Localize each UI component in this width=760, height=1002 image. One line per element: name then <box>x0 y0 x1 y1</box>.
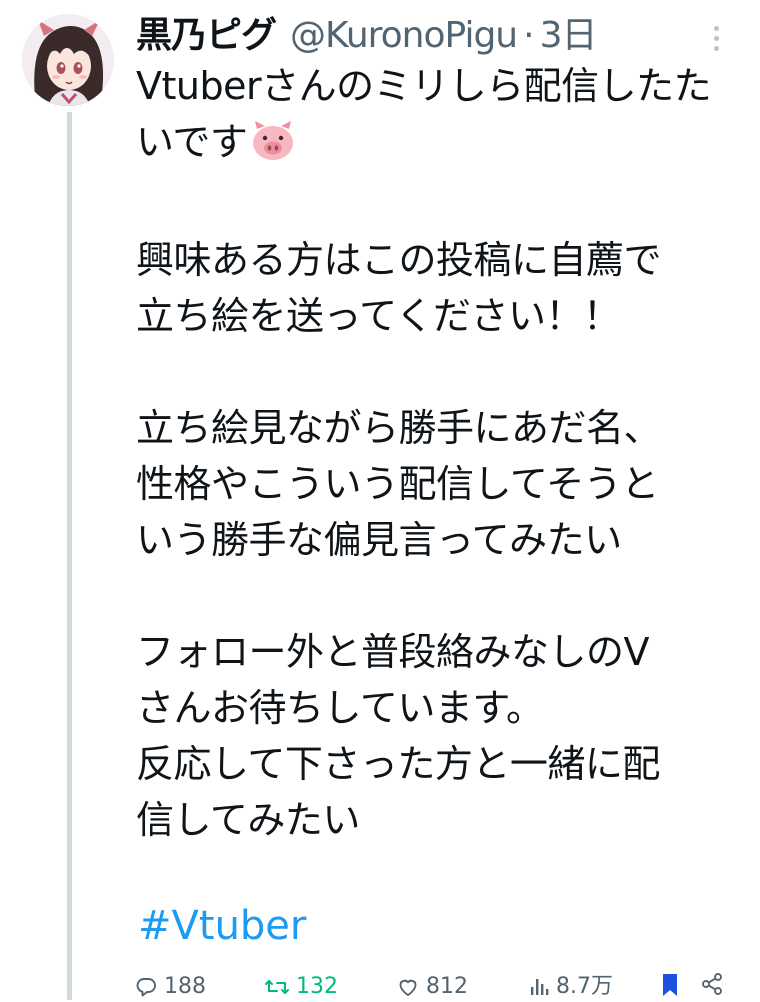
tweet-header: 黒乃ピグ @KuronoPigu · 3日 <box>136 12 598 60</box>
retweet-arrows-icon <box>264 975 290 999</box>
tweet-text: Vtuberさんのミリしら配信したた いです 興味ある方はこの投稿に自薦で 立ち… <box>136 58 746 848</box>
comment-bubble-icon <box>134 975 158 999</box>
tweet-line: いです <box>136 114 746 176</box>
reply-count: 188 <box>164 974 206 999</box>
retweet-button[interactable]: 132 <box>264 972 338 1002</box>
tweet-line: Vtuberさんのミリしら配信したた <box>136 64 712 108</box>
share-button[interactable] <box>700 972 724 996</box>
timestamp[interactable]: 3日 <box>540 12 598 60</box>
pig-face-emoji-icon <box>251 120 295 176</box>
share-icon <box>700 972 724 996</box>
tweet-line: さんお待ちしています。 <box>136 686 544 730</box>
hashtag-link[interactable]: #Vtuber <box>138 898 306 954</box>
tweet-line: フォロー外と普段絡みなしのV <box>136 630 650 674</box>
tweet-line: 興味ある方はこの投稿に自薦で <box>136 238 662 282</box>
separator-dot: · <box>523 15 534 56</box>
display-name[interactable]: 黒乃ピグ <box>136 12 277 60</box>
more-options-icon[interactable] <box>704 20 728 56</box>
tweet: 黒乃ピグ @KuronoPigu · 3日 Vtuberさんのミリしら配信したた… <box>0 0 760 1000</box>
bar-chart-icon <box>528 975 550 999</box>
user-handle[interactable]: @KuronoPigu <box>290 12 518 60</box>
tweet-line: 反応して下さった方と一緒に配 <box>136 742 660 786</box>
tweet-line: 立ち絵見ながら勝手にあだ名、 <box>136 406 662 450</box>
thread-line <box>67 112 72 1000</box>
heart-icon <box>396 975 420 999</box>
avatar[interactable] <box>22 14 114 106</box>
bookmark-button[interactable] <box>660 972 680 998</box>
tweet-line: いう勝手な偏見言ってみたい <box>136 518 622 562</box>
like-count: 812 <box>426 974 468 999</box>
tweet-actions: 188 132 812 8.7万 <box>134 972 734 1002</box>
views-button[interactable]: 8.7万 <box>528 972 613 1002</box>
bookmark-icon <box>660 972 680 998</box>
like-button[interactable]: 812 <box>396 972 468 1002</box>
tweet-line: 立ち絵を送ってください！！ <box>136 294 621 338</box>
reply-button[interactable]: 188 <box>134 972 206 1002</box>
retweet-count: 132 <box>296 974 338 999</box>
tweet-line: 信してみたい <box>136 798 360 842</box>
view-count: 8.7万 <box>556 974 613 999</box>
tweet-line: 性格やこういう配信してそうと <box>136 462 659 506</box>
